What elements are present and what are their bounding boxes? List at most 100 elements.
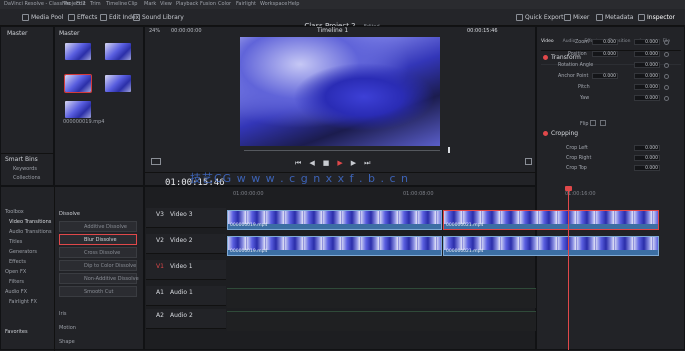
tree-filters[interactable]: Filters [9,279,24,285]
keyframe-icon[interactable] [664,40,669,45]
clip-thumbnail[interactable] [105,75,131,92]
effect-cross-dissolve[interactable]: Cross Dissolve [59,247,137,258]
metadata-button[interactable]: Metadata [596,12,633,23]
tree-generators[interactable]: Generators [9,249,37,255]
viewer-mode-icon[interactable] [151,158,161,165]
timeline-name[interactable]: Timeline 1 [317,27,348,34]
menu-fusion[interactable]: Fusion [200,1,216,7]
menu-view[interactable]: View [160,1,172,7]
keyframe-icon[interactable] [664,63,669,68]
menu-trim[interactable]: Trim [90,1,101,7]
menu-help[interactable]: Help [288,1,299,7]
keyframe-icon[interactable] [664,74,669,79]
track-header-a2[interactable]: A2 Audio 2 [146,309,226,329]
menu-file[interactable]: File [62,1,70,7]
scrubber-handle[interactable] [448,147,450,153]
track-header-v1[interactable]: V1 Video 1 [146,260,226,280]
viewer-scrubber[interactable] [244,150,440,151]
playhead-handle[interactable] [565,186,572,191]
tree-titles[interactable]: Titles [9,239,22,245]
media-pool-button[interactable]: Media Pool [22,12,63,23]
tree-video-transitions[interactable]: Video Transitions [9,219,51,225]
clip-thumbnail[interactable] [105,43,131,60]
mixer-button[interactable]: Mixer [564,12,589,23]
audio-lane-a1[interactable] [227,288,536,308]
fullscreen-icon[interactable] [525,158,532,165]
clip-thumbnail[interactable] [65,43,91,60]
effect-non-additive[interactable]: Non-Additive Dissolve [59,273,139,284]
skip-forward-icon[interactable]: ⏭ [364,159,370,168]
keyframe-icon[interactable] [664,52,669,57]
track-header-v3[interactable]: V3 Video 3 [146,208,226,228]
crop-right-field[interactable]: 0.000 [634,155,660,161]
quick-export-button[interactable]: Quick Export [516,12,564,23]
crop-left-field[interactable]: 0.000 [634,145,660,151]
tree-fairlight-fx[interactable]: Fairlight FX [9,299,37,305]
master-folder[interactable]: Master [7,30,28,37]
effects-button[interactable]: Effects [68,12,97,23]
favorites-header[interactable]: Favorites [5,329,28,335]
stop-icon[interactable]: ■ [323,159,330,167]
playhead-line[interactable] [568,188,569,350]
tab-video[interactable]: Video [541,39,554,49]
clip-v3-b[interactable]: 000000021.mp4 [443,210,659,230]
sound-library-button[interactable]: Sound Library [133,12,184,23]
audio-lane-a2[interactable] [227,311,536,331]
pitch-field[interactable]: 0.000 [634,84,660,90]
transport-controls: ⏮ ◀ ■ ▶ ▶ ⏭ [295,158,385,168]
keyframe-icon[interactable] [664,96,669,101]
menu-workspace[interactable]: Workspace [260,1,287,7]
step-back-icon[interactable]: ◀ [309,159,314,167]
motion-section[interactable]: Motion [59,325,76,331]
skip-back-icon[interactable]: ⏮ [295,159,301,168]
viewer-frame[interactable] [240,37,440,146]
effect-dip-to-color[interactable]: Dip to Color Dissolve [59,260,137,271]
zoom-y-field[interactable]: 0.000 [634,39,660,45]
yaw-field[interactable]: 0.000 [634,95,660,101]
effect-blur-dissolve[interactable]: Blur Dissolve [59,234,137,245]
keyframe-icon[interactable] [664,85,669,90]
effect-additive-dissolve[interactable]: Additive Dissolve [59,221,137,232]
track-header-v2[interactable]: V2 Video 2 [146,234,226,254]
shape-section[interactable]: Shape [59,339,75,345]
tree-effects[interactable]: Effects [9,259,26,265]
tab-audio[interactable]: Audio [563,39,576,49]
menu-mark[interactable]: Mark [144,1,156,7]
clip-thumbnail[interactable] [65,101,91,118]
rotation-field[interactable]: 0.000 [634,62,660,68]
section-enable-icon[interactable] [543,131,548,136]
tree-audio-fx[interactable]: Audio FX [5,289,27,295]
inspector-button[interactable]: Inspector [638,12,675,23]
crop-top-field[interactable]: 0.000 [634,165,660,171]
anchor-x-field[interactable]: 0.000 [592,73,618,79]
position-y-field[interactable]: 0.000 [634,51,660,57]
section-enable-icon[interactable] [543,55,548,60]
tree-toolbox[interactable]: Toolbox [5,209,24,215]
play-icon[interactable]: ▶ [337,159,342,167]
menu-timeline[interactable]: Timeline [106,1,127,7]
position-x-field[interactable]: 0.000 [592,51,618,57]
iris-section[interactable]: Iris [59,311,67,317]
clip-thumbnail-selected[interactable] [64,74,92,93]
anchor-y-field[interactable]: 0.000 [634,73,660,79]
smart-bin-collections[interactable]: Collections [13,175,40,181]
section-cropping-header[interactable]: Cropping [551,130,578,137]
zoom-level[interactable]: 24% [149,28,160,34]
clip-v2-a[interactable]: 000000019.mp4 [227,236,442,256]
zoom-x-field[interactable]: 0.000 [592,39,618,45]
menu-fairlight[interactable]: Fairlight [236,1,256,7]
smart-bin-keywords[interactable]: Keywords [13,166,37,172]
clip-v3-a[interactable]: 000000019.mp4 [227,210,442,230]
step-forward-icon[interactable]: ▶ [351,159,356,167]
menu-edit[interactable]: Edit [76,1,86,7]
menu-clip[interactable]: Clip [128,1,137,7]
tree-audio-transitions[interactable]: Audio Transitions [9,229,52,235]
track-header-a1[interactable]: A1 Audio 1 [146,286,226,306]
menu-playback[interactable]: Playback [176,1,198,7]
flip-vertical-icon[interactable] [600,120,606,126]
clip-v2-b[interactable]: 000000021.mp4 [443,236,659,256]
tree-open-fx[interactable]: Open FX [5,269,26,275]
menu-color[interactable]: Color [218,1,231,7]
effect-smooth-cut[interactable]: Smooth Cut [59,286,137,297]
flip-horizontal-icon[interactable] [590,120,596,126]
